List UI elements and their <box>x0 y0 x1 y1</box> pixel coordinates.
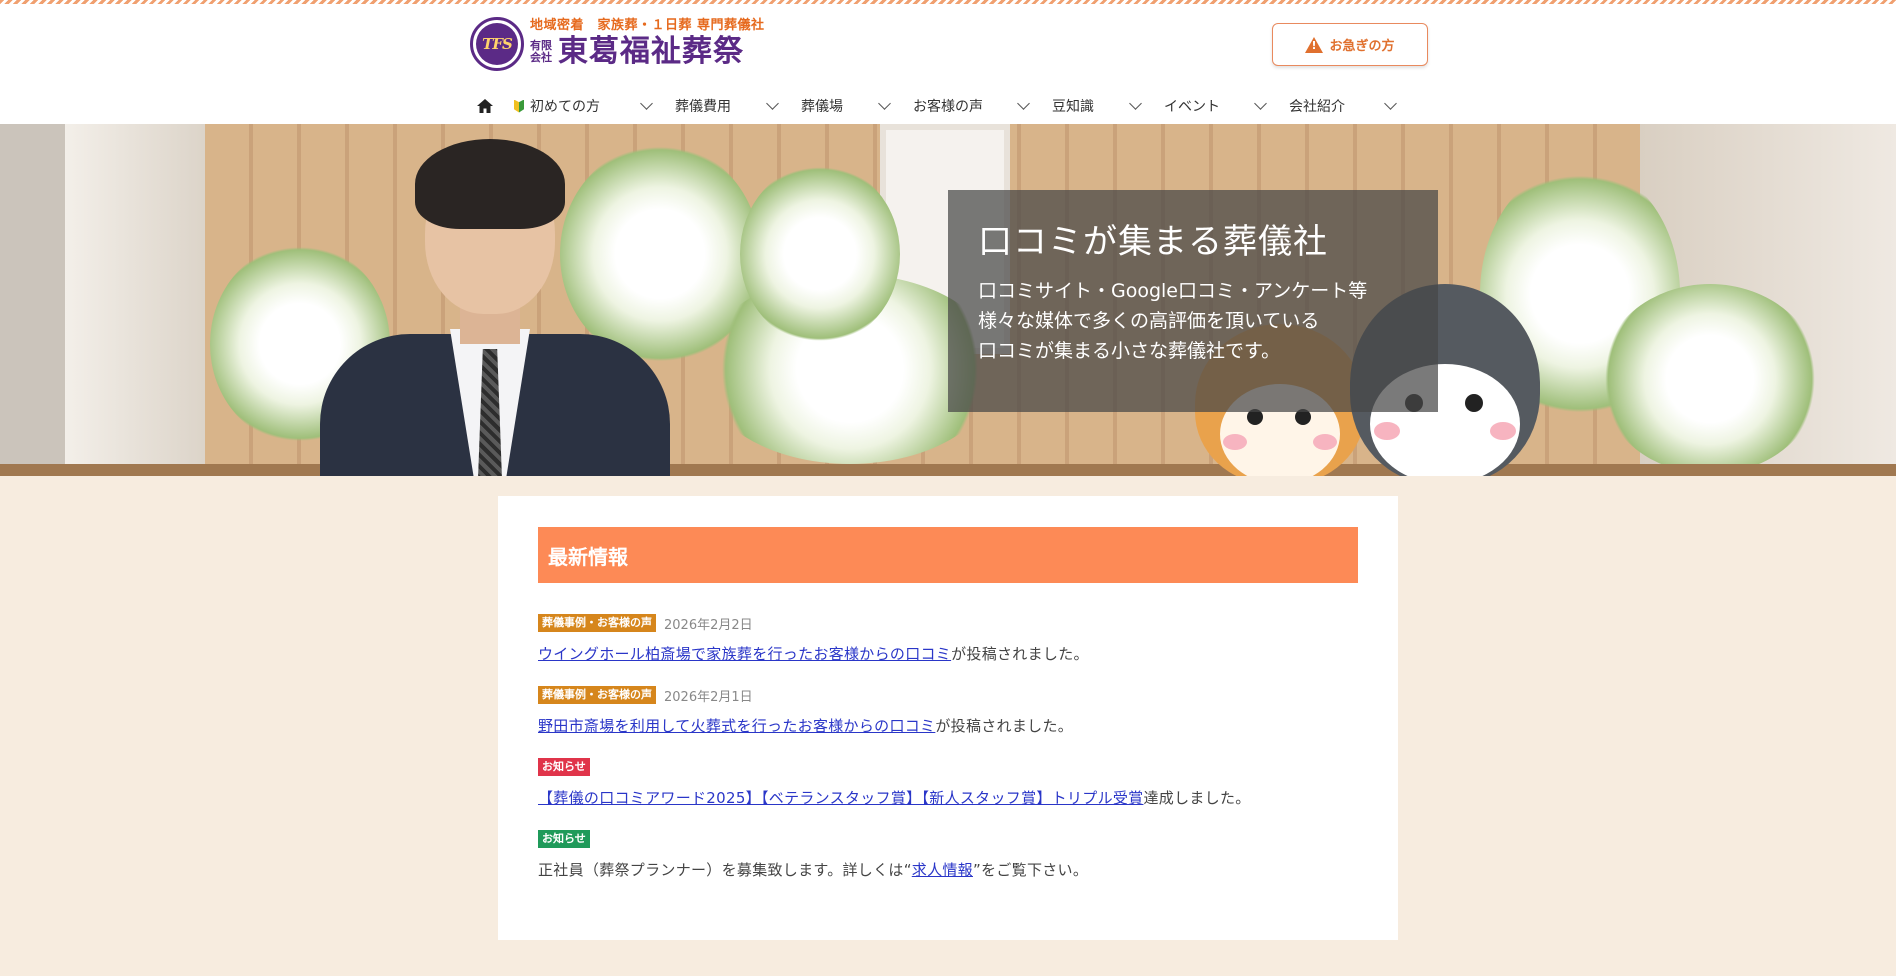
news-date: 2026年2月1日 <box>664 689 753 705</box>
chevron-down-icon <box>766 97 779 110</box>
hero-banner: 口コミが集まる葬儀社 口コミサイト・Google口コミ・アンケート等 様々な媒体… <box>0 124 1896 476</box>
company-name: 東葛福祉葬祭 <box>558 34 744 69</box>
hero-message-box: 口コミが集まる葬儀社 口コミサイト・Google口コミ・アンケート等 様々な媒体… <box>948 190 1438 412</box>
news-link[interactable]: 野田市斎場を利用して火葬式を行ったお客様からの口コミ <box>538 717 935 735</box>
beginner-mark-icon <box>514 99 524 113</box>
nav-item-venues[interactable]: 葬儀場 <box>801 88 913 124</box>
news-link[interactable]: ウイングホール柏斎場で家族葬を行ったお客様からの口コミ <box>538 645 951 663</box>
nav-home[interactable] <box>470 88 500 124</box>
nav-item-costs[interactable]: 葬儀費用 <box>675 88 801 124</box>
nav-item-beginners[interactable]: 初めての方 <box>514 88 675 124</box>
category-badge: お知らせ <box>538 830 590 848</box>
chevron-down-icon <box>1384 97 1397 110</box>
main-nav: 初めての方 葬儀費用 葬儀場 お客様の声 豆知識 イベント 会社紹介 <box>470 88 1401 124</box>
nav-item-company[interactable]: 会社紹介 <box>1289 88 1401 124</box>
chevron-down-icon <box>640 97 653 110</box>
site-logo[interactable]: TFS 地域密着 家族葬・１日葬 専門葬儀社 有限 会社 東葛福祉葬祭 <box>470 14 770 74</box>
nav-item-events[interactable]: イベント <box>1164 88 1289 124</box>
category-badge: お知らせ <box>538 758 590 776</box>
chevron-down-icon <box>1254 97 1267 110</box>
recruit-link[interactable]: 求人情報 <box>912 861 973 879</box>
chevron-down-icon <box>1129 97 1142 110</box>
staff-photo <box>320 134 670 476</box>
warning-icon <box>1305 36 1324 53</box>
hero-body: 口コミサイト・Google口コミ・アンケート等 様々な媒体で多くの高評価を頂いて… <box>978 280 1368 362</box>
home-icon <box>477 99 493 113</box>
news-list: 葬儀事例・お客様の声 2026年2月2日 ウイングホール柏斎場で家族葬を行ったお… <box>538 613 1358 901</box>
logo-tagline: 地域密着 家族葬・１日葬 専門葬儀社 <box>530 18 765 33</box>
hero-title: 口コミが集まる葬儀社 <box>978 222 1328 262</box>
news-panel: 最新情報 葬儀事例・お客様の声 2026年2月2日 ウイングホール柏斎場で家族葬… <box>498 496 1398 940</box>
company-emblem: TFS <box>470 17 524 71</box>
list-item: お知らせ 【葬儀の口コミアワード2025】【ベテランスタッフ賞】【新人スタッフ賞… <box>538 758 1251 807</box>
company-kind: 有限 会社 <box>530 39 552 64</box>
list-item: 葬儀事例・お客様の声 2026年2月2日 ウイングホール柏斎場で家族葬を行ったお… <box>538 613 1358 685</box>
news-link[interactable]: 【葬儀の口コミアワード2025】【ベテランスタッフ賞】【新人スタッフ賞】トリプル… <box>538 789 1143 807</box>
category-badge: 葬儀事例・お客様の声 <box>538 686 656 704</box>
nav-item-testimonials[interactable]: お客様の声 <box>913 88 1052 124</box>
list-item: お知らせ 正社員（葬祭プランナー）を募集致します。詳しくは“求人情報”をご覧下さ… <box>538 830 1089 879</box>
chevron-down-icon <box>878 97 891 110</box>
list-item: 葬儀事例・お客様の声 2026年2月1日 野田市斎場を利用して火葬式を行ったお客… <box>538 685 1358 757</box>
news-heading: 最新情報 <box>538 527 1358 583</box>
nav-item-tips[interactable]: 豆知識 <box>1052 88 1164 124</box>
urgent-button[interactable]: お急ぎの方 <box>1272 23 1428 66</box>
site-header: TFS 地域密着 家族葬・１日葬 専門葬儀社 有限 会社 東葛福祉葬祭 お急ぎの… <box>0 4 1896 124</box>
category-badge: 葬儀事例・お客様の声 <box>538 614 656 632</box>
emblem-text: TFS <box>476 23 518 65</box>
urgent-button-label: お急ぎの方 <box>1329 39 1395 54</box>
logo-text: 地域密着 家族葬・１日葬 専門葬儀社 有限 会社 東葛福祉葬祭 <box>530 18 765 70</box>
chevron-down-icon <box>1017 97 1030 110</box>
news-date: 2026年2月2日 <box>664 617 753 633</box>
